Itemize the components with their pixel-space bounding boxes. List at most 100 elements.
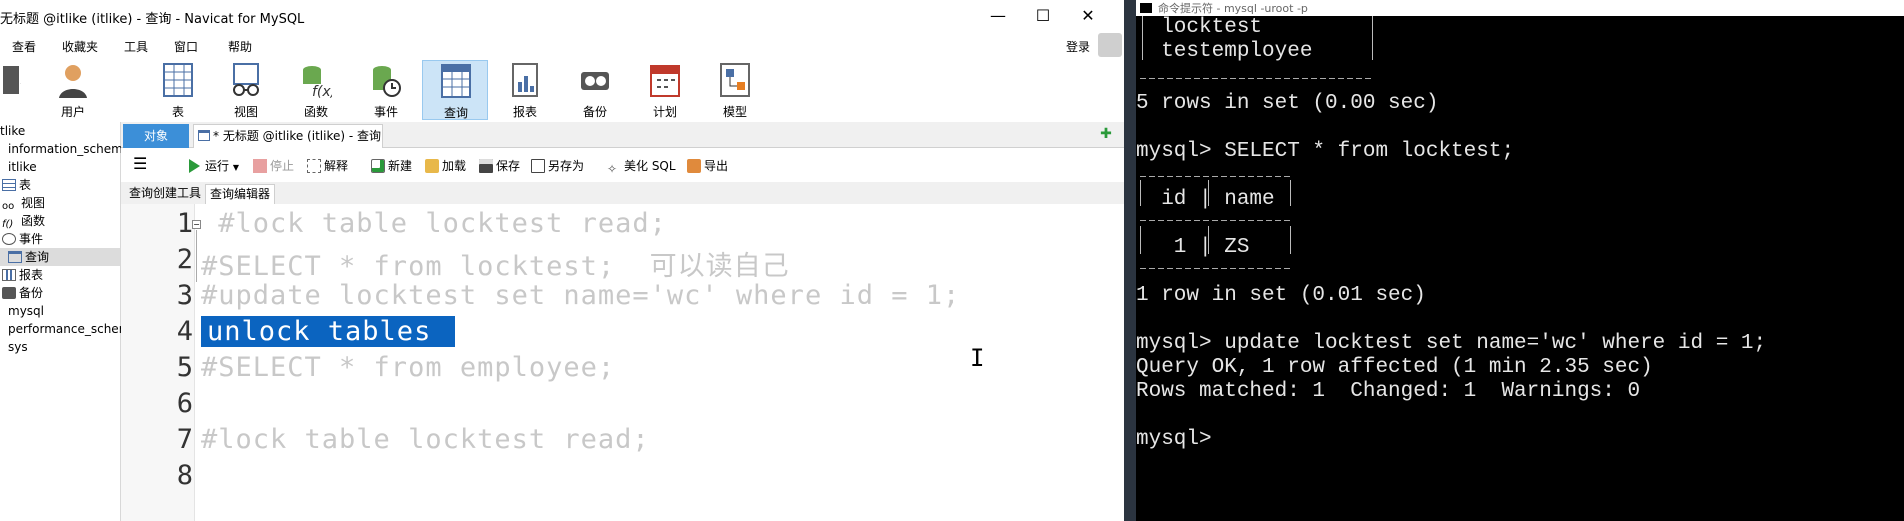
tree-item-information-schema[interactable]: information_schem [8,140,123,158]
console-line: mysql> update locktest set name='wc' whe… [1136,332,1767,355]
explain-icon [307,159,321,173]
toolbar-connection[interactable]: 接 [0,60,38,120]
code-line: #lock table locktest read; [201,424,650,455]
new-button[interactable]: 新建 [371,157,412,174]
console-line: locktest [1136,16,1263,39]
tree-item-connection[interactable]: tlike [0,122,25,140]
tree-item-reports[interactable]: 报表 [2,266,43,284]
tab-objects[interactable]: 对象 [123,124,189,148]
event-icon [2,233,16,245]
title-bar: 无标题 @itlike (itlike) - 查询 - Navicat for … [0,0,1124,32]
query-toolbar: ☰ 运行 ▼ 停止 解释 新建 加载 保存 另存为 ✧ 美化 SQL 导出 [121,148,1124,182]
menu-favorites[interactable]: 收藏夹 [62,38,98,55]
function-icon: f() [2,219,14,230]
export-icon [687,159,701,173]
connection-icon [3,66,21,94]
explain-button[interactable]: 解释 [307,157,348,174]
save-button[interactable]: 保存 [479,157,520,174]
tree-item-tables[interactable]: 表 [2,176,31,194]
toolbar-query[interactable]: 查询 [422,60,488,120]
table-border [1140,268,1292,269]
run-button[interactable]: 运行 ▼ [189,157,239,174]
cmd-title-bar: 命令提示符 - mysql -uroot -p [1136,0,1904,16]
save-as-button[interactable]: 另存为 [531,157,584,174]
desktop-background [1124,0,1136,521]
code-line: #SELECT * from locktest; 可以读自己 [201,251,790,282]
console-line: 5 rows in set (0.00 sec) [1136,92,1439,115]
navicat-window: 无标题 @itlike (itlike) - 查询 - Navicat for … [0,0,1124,521]
tree-item-itlike[interactable]: itlike [8,158,37,176]
login-link[interactable]: 登录 [1066,38,1090,55]
toolbar-table[interactable]: 表 [145,60,211,120]
dropdown-icon: ▼ [232,163,239,172]
toolbar-user[interactable]: 用户 [40,60,106,120]
beautify-sql-button[interactable]: ✧ 美化 SQL [607,157,676,176]
report-icon [512,63,538,97]
cmd-icon [1140,3,1152,13]
table-icon [163,63,193,97]
save-as-icon [531,159,545,173]
svg-text:f(x): f(x) [312,84,332,98]
stop-button[interactable]: 停止 [253,157,294,174]
query-icon [441,64,471,98]
toolbar-report[interactable]: 报表 [492,60,558,120]
toolbar-view[interactable]: 视图 [213,60,279,120]
tree-item-queries[interactable]: 查询 [0,248,120,266]
new-tab-icon[interactable]: ✚ [1096,126,1116,144]
hamburger-menu-icon[interactable]: ☰ [133,154,147,173]
tree-item-functions[interactable]: f() 函数 [2,212,45,230]
tree-item-events[interactable]: 事件 [2,230,43,248]
cmd-console[interactable]: locktest testemployee 5 rows in set (0.0… [1136,16,1904,521]
tree-item-views[interactable]: oo 视图 [2,194,45,212]
tree-item-sys[interactable]: sys [8,338,28,356]
tab-query-builder[interactable]: 查询创建工具 [125,184,205,204]
console-line: testemployee [1136,40,1313,63]
maximize-icon[interactable]: ☐ [1029,4,1057,28]
toolbar-model[interactable]: 模型 [702,60,768,120]
table-border [1140,176,1292,177]
menu-tools[interactable]: 工具 [124,38,148,55]
export-button[interactable]: 导出 [687,157,728,174]
load-button[interactable]: 加载 [425,157,466,174]
user-icon [59,65,87,98]
code-line: #lock table locktest read; [201,208,667,239]
minimize-icon[interactable]: — [984,4,1012,28]
code-line: #update locktest set name='wc' where id … [201,280,961,311]
schedule-icon [650,65,680,97]
console-line: 1 | ZS [1136,236,1250,259]
tree-item-backups[interactable]: 备份 [2,284,43,302]
tree-item-performance-schema[interactable]: performance_scher [8,320,124,338]
code-line-selected: unlock tables [201,316,455,347]
table-border [1140,220,1292,221]
line-number: 1 [176,208,193,239]
close-icon[interactable]: ✕ [1074,4,1102,28]
play-icon [189,159,200,173]
table-icon [2,179,16,191]
tree-item-mysql[interactable]: mysql [8,302,44,320]
code-line: #SELECT * from employee; [201,352,616,383]
menu-view[interactable]: 查看 [12,38,36,55]
backup-icon [2,287,16,299]
tab-query-editor[interactable]: 查询编辑器 [205,184,276,204]
console-line: id | name [1136,188,1275,211]
query-tab-icon [198,130,210,141]
fold-toggle-icon[interactable]: − [192,220,201,229]
magic-wand-icon: ✧ [607,162,618,176]
query-icon [8,251,22,263]
line-number: 4 [176,316,193,347]
table-border [1372,16,1373,60]
line-number: 5 [176,352,193,383]
report-icon [2,269,16,281]
console-line: mysql> SELECT * from locktest; [1136,140,1515,163]
user-avatar-icon[interactable] [1098,33,1122,57]
toolbar-event[interactable]: 事件 [353,60,419,120]
menu-window[interactable]: 窗口 [174,38,198,55]
tab-query[interactable]: * 无标题 @itlike (itlike) - 查询 [193,124,383,148]
toolbar-backup[interactable]: 备份 [562,60,628,120]
menu-bar: 查看 收藏夹 工具 窗口 帮助 登录 [0,33,1124,57]
toolbar-function[interactable]: f(x) 函数 [283,60,349,120]
table-border [1140,78,1374,79]
toolbar-schedule[interactable]: 计划 [632,60,698,120]
stop-icon [253,159,267,173]
menu-help[interactable]: 帮助 [228,38,252,55]
